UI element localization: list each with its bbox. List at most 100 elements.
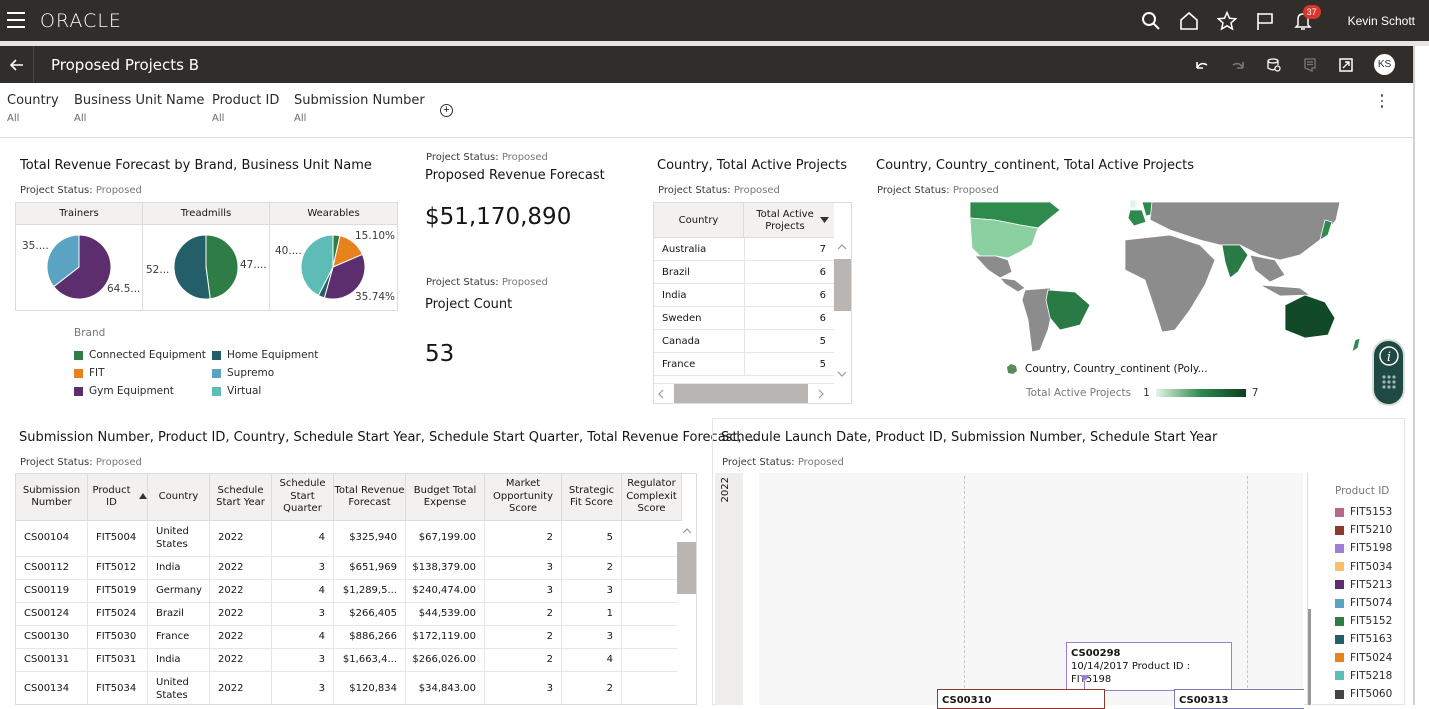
horizontal-scrollbar[interactable] — [654, 384, 834, 403]
legend-item-home-equipment[interactable]: Home Equipment — [212, 349, 318, 361]
legend-label: Gym Equipment — [89, 385, 174, 397]
legend-item-fit[interactable]: FIT — [74, 367, 105, 379]
filter-product-id[interactable]: Product ID All — [212, 93, 279, 124]
cell-divider — [744, 238, 745, 261]
legend-item-fit5213[interactable]: FIT5213 — [1335, 579, 1392, 591]
table-cell: 2 — [562, 557, 622, 580]
search-icon[interactable] — [1141, 11, 1161, 31]
redo-icon[interactable] — [1229, 56, 1247, 74]
column-header[interactable]: Schedule Start Year — [210, 474, 272, 521]
column-header[interactable]: Submission Number — [16, 474, 88, 521]
grid-dots-icon[interactable] — [1381, 374, 1397, 390]
table-cell: 3 — [272, 603, 334, 626]
scroll-up-icon[interactable] — [682, 528, 692, 534]
table-cell: 3 — [272, 672, 334, 704]
legend-item-fit5210[interactable]: FIT5210 — [1335, 524, 1392, 536]
flag-icon[interactable] — [1255, 11, 1275, 31]
map-layer-legend[interactable]: Country, Country_continent (Poly... — [1005, 363, 1208, 375]
vertical-scrollbar[interactable] — [677, 521, 696, 704]
legend-item-fit5034[interactable]: FIT5034 — [1335, 561, 1392, 573]
legend-item-fit5153[interactable]: FIT5153 — [1335, 506, 1392, 518]
column-header-label: Product ID — [92, 484, 131, 509]
column-header[interactable]: Total Revenue Forecast — [334, 474, 406, 521]
add-filter-icon[interactable]: + — [440, 104, 453, 117]
back-button[interactable] — [0, 46, 34, 83]
column-header[interactable]: Regulator Complexit Score — [622, 474, 682, 521]
filter-country[interactable]: Country All — [7, 93, 59, 124]
legend-item-connected-equipment[interactable]: Connected Equipment — [74, 349, 206, 361]
filter-business-unit-name[interactable]: Business Unit Name All — [74, 93, 204, 124]
table-row[interactable]: France 5 — [654, 353, 834, 376]
legend-item-fit5163[interactable]: FIT5163 — [1335, 633, 1392, 645]
legend-item-fit5024[interactable]: FIT5024 — [1335, 652, 1392, 664]
info-icon[interactable]: i — [1378, 345, 1400, 367]
assistant-panel-button[interactable]: i — [1372, 339, 1405, 406]
table-cell: 4 — [272, 521, 334, 557]
notifications-bell-icon[interactable]: 37 — [1293, 4, 1321, 31]
column-header[interactable]: Strategic Fit Score — [562, 474, 622, 521]
legend-label: FIT5210 — [1350, 524, 1393, 537]
table-cell: Germany — [148, 580, 210, 603]
legend-label: FIT5198 — [1350, 542, 1393, 555]
column-header[interactable]: Country — [148, 474, 210, 521]
scroll-down-icon[interactable] — [837, 371, 847, 377]
scroll-left-icon[interactable] — [658, 389, 664, 399]
table-row[interactable]: Canada 5 — [654, 330, 834, 353]
world-map[interactable] — [900, 200, 1360, 360]
table-row[interactable]: Sweden 6 — [654, 307, 834, 330]
scrollbar-thumb[interactable] — [674, 384, 808, 403]
column-header[interactable]: Schedule Start Quarter — [272, 474, 334, 521]
table-cell: $34,843.00 — [406, 672, 485, 704]
scroll-right-icon[interactable] — [818, 389, 824, 399]
filter-value: All — [294, 113, 307, 124]
scrollbar-thumb[interactable] — [1308, 609, 1311, 705]
table-cell: $138,379.00 — [406, 557, 485, 580]
table-cell: $651,969 — [334, 557, 406, 580]
hamburger-menu-icon[interactable] — [7, 12, 25, 28]
scrollbar-thumb[interactable] — [834, 259, 851, 311]
legend-item-fit5152[interactable]: FIT5152 — [1335, 615, 1392, 627]
table-row[interactable]: India 6 — [654, 284, 834, 307]
timeline-callout-cs00298[interactable]: CS00298 10/14/2017 Product ID : FIT5198 — [1066, 642, 1232, 691]
filter-submission-number[interactable]: Submission Number All — [294, 93, 425, 124]
table-row[interactable]: Australia 7 — [654, 238, 834, 261]
legend-item-fit5074[interactable]: FIT5074 — [1335, 597, 1392, 609]
legend-item-gym-equipment[interactable]: Gym Equipment — [74, 385, 174, 397]
more-options-icon[interactable] — [1379, 94, 1385, 111]
sort-descending-icon[interactable] — [820, 217, 829, 223]
column-header[interactable]: Product ID — [88, 474, 148, 521]
pie-chart-trainers[interactable] — [16, 225, 142, 310]
timeline-callout-cs00310[interactable]: CS00310 — [937, 689, 1105, 709]
legend-item-virtual[interactable]: Virtual — [212, 385, 261, 397]
home-icon[interactable] — [1179, 11, 1199, 31]
user-name[interactable]: Kevin Schott — [1348, 14, 1415, 28]
table-cell: 4 — [272, 580, 334, 603]
table-cell: 2 — [562, 672, 622, 704]
scrollbar-thumb[interactable] — [677, 542, 696, 594]
legend-item-fit5198[interactable]: FIT5198 — [1335, 542, 1392, 554]
column-header-country[interactable]: Country — [654, 203, 744, 238]
column-header[interactable]: Market Opportunity Score — [485, 474, 562, 521]
data-refresh-icon[interactable] — [1265, 56, 1283, 74]
legend-item-fit5218[interactable]: FIT5218 — [1335, 670, 1392, 682]
table-cell: CS00104 — [16, 521, 88, 557]
user-avatar[interactable]: KS — [1374, 54, 1395, 75]
timeline-year-band: 2022 — [715, 473, 743, 705]
legend-item-fit5060[interactable]: FIT5060 — [1335, 688, 1392, 700]
legend-item-supremo[interactable]: Supremo — [212, 367, 274, 379]
sort-ascending-icon[interactable] — [135, 491, 147, 504]
timeline-callout-cs00313[interactable]: CS00313 — [1174, 689, 1304, 709]
undo-icon[interactable] — [1193, 56, 1211, 74]
vertical-scrollbar[interactable] — [834, 238, 851, 384]
favorites-star-icon[interactable] — [1216, 10, 1237, 31]
cell-country: Australia — [662, 244, 707, 255]
table-row[interactable]: Brazil 6 — [654, 261, 834, 284]
present-icon[interactable] — [1337, 56, 1355, 74]
comments-icon[interactable] — [1301, 56, 1319, 74]
pie-slice-home-equipment[interactable] — [173, 234, 211, 300]
column-header[interactable]: Budget Total Expense — [406, 474, 485, 521]
pie-slice-connected-equipment[interactable] — [205, 234, 239, 300]
status-label: Project Status: — [877, 185, 950, 196]
scroll-up-icon[interactable] — [837, 244, 847, 250]
timeline-scrollbar[interactable] — [1307, 473, 1312, 705]
